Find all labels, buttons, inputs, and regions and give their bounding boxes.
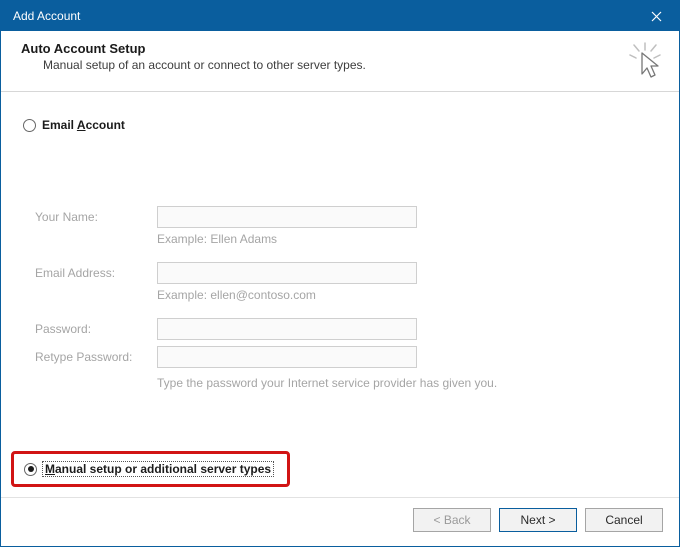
email-account-form: Your Name: Example: Ellen Adams Email Ad… (35, 206, 657, 390)
wizard-title: Auto Account Setup (21, 41, 366, 56)
cancel-button[interactable]: Cancel (585, 508, 663, 532)
wizard-body: Email Account Your Name: Example: Ellen … (1, 92, 679, 497)
retype-password-input (157, 346, 417, 368)
your-name-label: Your Name: (35, 206, 145, 228)
option-email-account[interactable]: Email Account (23, 118, 125, 132)
back-button: < Back (413, 508, 491, 532)
password-hint: Type the password your Internet service … (157, 376, 417, 390)
wizard-footer: < Back Next > Cancel (1, 497, 679, 546)
next-button[interactable]: Next > (499, 508, 577, 532)
option-email-account-label: Email Account (42, 118, 125, 132)
radio-icon (24, 463, 37, 476)
password-input (157, 318, 417, 340)
email-label: Email Address: (35, 262, 145, 284)
cursor-click-icon (625, 41, 665, 81)
close-button[interactable] (634, 1, 679, 31)
retype-password-label: Retype Password: (35, 346, 145, 368)
password-label: Password: (35, 318, 145, 340)
option-manual-setup[interactable]: Manual setup or additional server types (24, 462, 273, 476)
titlebar: Add Account (1, 1, 679, 31)
wizard-header: Auto Account Setup Manual setup of an ac… (1, 31, 679, 92)
your-name-input (157, 206, 417, 228)
email-hint: Example: ellen@contoso.com (157, 288, 417, 302)
window-title: Add Account (13, 9, 80, 23)
highlight-box: Manual setup or additional server types (11, 451, 290, 487)
email-input (157, 262, 417, 284)
wizard-subtitle: Manual setup of an account or connect to… (43, 58, 366, 72)
close-icon (651, 11, 662, 22)
wizard-header-text: Auto Account Setup Manual setup of an ac… (21, 41, 366, 72)
your-name-hint: Example: Ellen Adams (157, 232, 417, 246)
option-manual-setup-label: Manual setup or additional server types (43, 462, 273, 476)
radio-icon (23, 119, 36, 132)
